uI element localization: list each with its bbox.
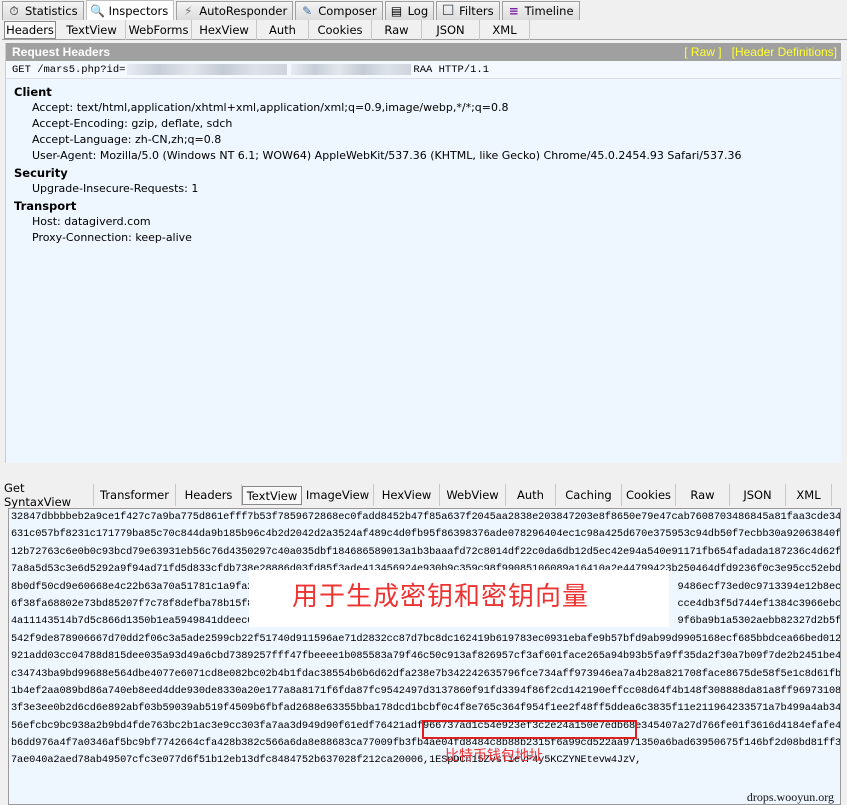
request-tab-hexview[interactable]: HexView [192,20,257,40]
tab-label: Log [407,4,429,18]
tab-statistics[interactable]: ⏱ Statistics [2,1,84,20]
response-tab-transformer[interactable]: Transformer [94,484,176,506]
header-host[interactable]: Host: datagiverd.com [6,214,841,230]
header-definitions-link[interactable]: [Header Definitions] [732,45,837,59]
response-tab-webview[interactable]: WebView [440,484,506,506]
header-accept-encoding[interactable]: Accept-Encoding: gzip, deflate, sdch [6,116,841,132]
response-tab-hexview[interactable]: HexView [374,484,440,506]
response-tab-json[interactable]: JSON [730,484,786,506]
text-line: 542f9de878906667d70dd2f06c3a5ade2599cb22… [11,632,840,645]
redacted-id [127,64,288,75]
header-accept-language[interactable]: Accept-Language: zh-CN,zh;q=0.8 [6,132,841,148]
request-headers-bar: Request Headers [ Raw ] [Header Definiti… [6,43,841,61]
text-line: 1b4ef2aa089bd86a740eb8eed4dde930de8330a2… [11,684,840,697]
text-line: 7ae040a2aed78ab49507cfc3e077d6f51b12eb13… [11,754,642,767]
request-tab-auth[interactable]: Auth [257,20,309,40]
main-tab-strip: ⏱ Statistics 🔍 Inspectors ⚡ AutoResponde… [0,0,847,20]
tab-label: Composer [318,4,377,18]
request-line-suffix: RAA HTTP/1.1 [413,63,490,76]
header-accept[interactable]: Accept: text/html,application/xhtml+xml,… [6,100,841,116]
request-tab-textview[interactable]: TextView [58,20,126,40]
tab-autoresponder[interactable]: ⚡ AutoResponder [176,1,294,20]
request-tab-json[interactable]: JSON [422,20,480,40]
stopwatch-icon: ⏱ [9,3,19,18]
request-tab-webforms[interactable]: WebForms [126,20,192,40]
tab-inspectors[interactable]: 🔍 Inspectors [85,0,175,20]
request-tab-headers[interactable]: Headers [4,21,56,39]
response-tab-caching[interactable]: Caching [556,484,622,506]
response-tab-auth[interactable]: Auth [506,484,556,506]
header-group-security[interactable]: Security [6,165,841,181]
tab-label: Timeline [524,4,574,18]
pencil-icon: ✎ [302,4,313,18]
annotation-key-generation: 用于生成密钥和密钥向量 [292,582,590,612]
tab-composer[interactable]: ✎ Composer [295,1,383,20]
watermark: drops.wooyun.org [746,790,834,804]
timeline-icon: ≡ [508,4,519,18]
response-tab-headers[interactable]: Headers [176,484,242,506]
redacted-id [291,64,412,75]
request-headers-title: Request Headers [12,45,111,59]
header-group-client[interactable]: Client [6,84,841,100]
response-tab-get-syntaxview[interactable]: Get SyntaxView [4,481,94,509]
response-tab-imageview[interactable]: ImageView [302,484,374,506]
text-line: 631c057bf8231c171779ba85c70c844da9b185b9… [11,528,840,541]
header-upgrade-insecure-requests[interactable]: Upgrade-Insecure-Requests: 1 [6,181,841,197]
raw-link[interactable]: [ Raw ] [684,45,721,59]
response-tab-raw[interactable]: Raw [676,484,730,506]
response-tab-xml[interactable]: XML [786,484,832,506]
tab-label: AutoResponder [199,4,288,18]
response-tab-textview[interactable]: TextView [242,486,302,505]
text-line: 32847dbbbbeb2a9ce1f427c7a9ba775d861efff7… [11,511,840,523]
tab-filters[interactable]: ☐ Filters [436,1,500,20]
annotation-bitcoin-wallet: 比特币钱包地址 [445,748,543,764]
panel-splitter[interactable] [0,463,847,483]
tab-label: Inspectors [108,3,169,18]
text-line: 3f3e3ee0b2d6cd6e892abf03b59039ab519f4509… [11,702,840,715]
tab-log[interactable]: ▤ Log [384,1,435,20]
request-tab-xml[interactable]: XML [480,20,530,40]
tab-label: Statistics [25,4,78,18]
header-proxy-connection[interactable]: Proxy-Connection: keep-alive [6,230,841,246]
text-line: 12b72763c6e0b0c93bcd79e63931eb56c76d4350… [11,545,840,558]
response-inspector-tabs: Get SyntaxView Transformer Headers TextV… [4,481,847,509]
response-tab-cookies[interactable]: Cookies [622,484,676,506]
request-line: GET /mars5.php?id= RAA HTTP/1.1 [6,61,841,79]
text-line: c34743ba9bd99688e564dbe4077e6071cd8e082b… [11,667,840,680]
request-tab-raw[interactable]: Raw [372,20,422,40]
checkbox-icon: ☐ [441,3,455,19]
lightning-icon: ⚡ [184,4,193,18]
request-headers-panel: Request Headers [ Raw ] [Header Definiti… [5,43,841,463]
response-textview[interactable]: 32847dbbbbeb2a9ce1f427c7a9ba775d861efff7… [8,508,841,805]
text-line: 921add03cc04788d815dee035a93d49a6cbd7389… [11,650,840,663]
request-tab-cookies[interactable]: Cookies [309,20,372,40]
tab-label: Filters [459,4,494,18]
tab-timeline[interactable]: ≡ Timeline [501,1,580,20]
header-group-transport[interactable]: Transport [6,198,841,214]
document-icon: ▤ [390,4,403,18]
request-line-prefix: GET /mars5.php?id= [12,63,126,76]
request-inspector-tabs: Headers TextView WebForms HexView Auth C… [2,20,847,40]
header-user-agent[interactable]: User-Agent: Mozilla/5.0 (Windows NT 6.1;… [6,148,841,164]
wallet-address-highlight [422,720,637,739]
magnifier-icon: 🔍 [90,3,106,18]
